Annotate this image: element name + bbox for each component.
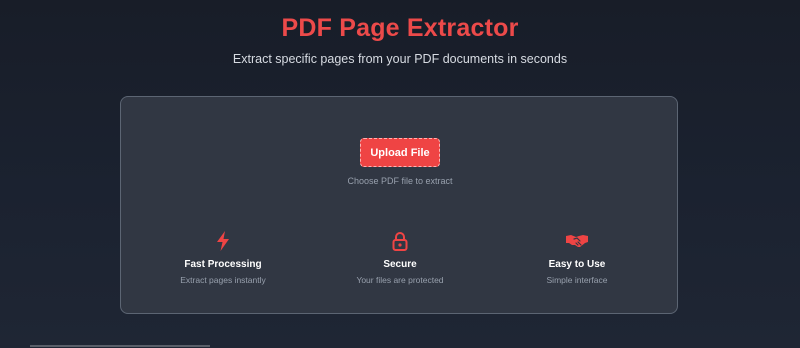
feature-title: Fast Processing: [184, 259, 262, 270]
feature-title: Secure: [383, 259, 417, 270]
upload-card: Upload File Choose PDF file to extract F…: [120, 96, 678, 314]
feature-secure: Secure Your files are protected: [330, 230, 470, 286]
feature-title: Easy to Use: [548, 259, 606, 270]
page-subtitle: Extract specific pages from your PDF doc…: [232, 52, 568, 66]
page-title: PDF Page Extractor: [281, 14, 519, 42]
bolt-icon: [153, 230, 293, 252]
feature-description: Extract pages instantly: [180, 275, 266, 285]
upload-file-button[interactable]: Upload File: [360, 138, 440, 167]
feature-easy-to-use: Easy to Use Simple interface: [507, 230, 647, 286]
scroll-indicator: [30, 345, 210, 347]
feature-fast-processing: Fast Processing Extract pages instantly: [153, 230, 293, 286]
feature-description: Simple interface: [546, 275, 608, 285]
feature-description: Your files are protected: [356, 275, 444, 285]
upload-hint: Choose PDF file to extract: [347, 176, 453, 186]
handshake-icon: [507, 230, 647, 252]
lock-icon: [330, 230, 470, 252]
